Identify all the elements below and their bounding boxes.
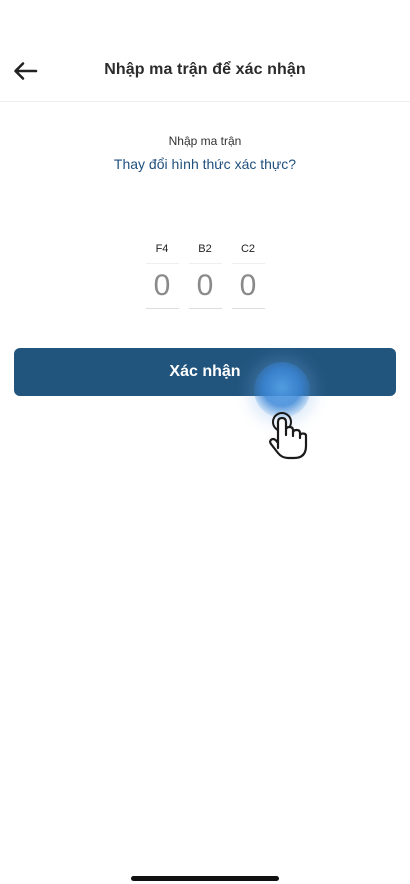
tap-hand-icon: [269, 412, 308, 460]
matrix-cell-f4: F4 0: [145, 240, 179, 309]
cell-code-label: F4: [155, 243, 169, 255]
home-indicator: [131, 876, 279, 881]
confirm-button[interactable]: Xác nhận: [14, 348, 396, 396]
change-auth-method-link[interactable]: Thay đổi hình thức xác thực?: [0, 156, 410, 172]
matrix-cell-b2: B2 0: [188, 240, 222, 309]
page-title: Nhập ma trận để xác nhận: [104, 61, 306, 78]
cell-code-label: B2: [198, 243, 212, 255]
matrix-label: Nhập ma trận: [168, 134, 242, 148]
cell-input-b2[interactable]: 0: [188, 263, 222, 309]
matrix-cell-c2: C2 0: [231, 240, 265, 309]
cell-input-f4[interactable]: 0: [145, 263, 179, 309]
cell-input-c2[interactable]: 0: [231, 263, 265, 309]
app-header: Nhập ma trận để xác nhận: [0, 0, 410, 102]
matrix-cells: F4 0 B2 0 C2 0: [0, 240, 410, 309]
cell-code-label: C2: [240, 243, 256, 255]
